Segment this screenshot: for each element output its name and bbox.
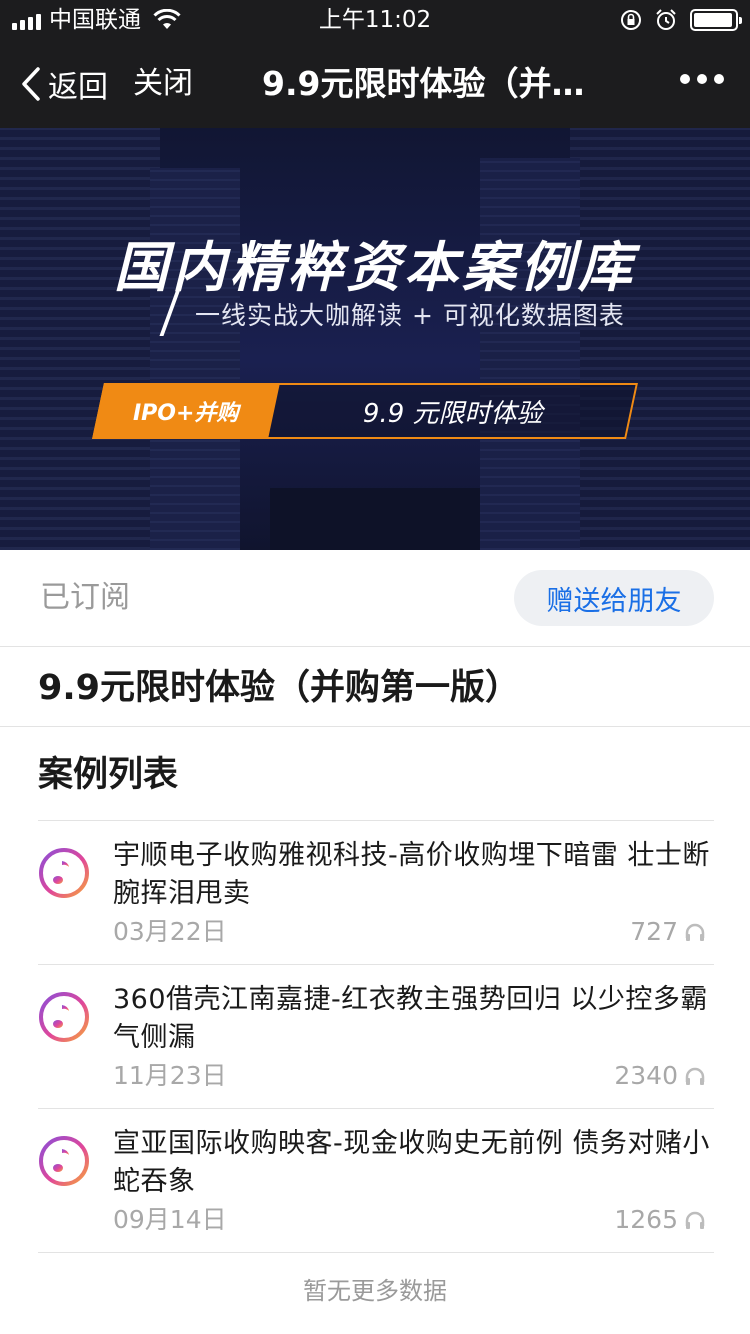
case-list-item[interactable]: 360借壳江南嘉捷-红衣教主强势回归 以少控多霸气侧漏 11月23日 2340 [38, 964, 714, 1108]
ellipsis-icon [714, 74, 724, 84]
play-count: 2340 [614, 1061, 678, 1090]
case-plays: 2340 [614, 1061, 706, 1091]
battery-level [694, 13, 732, 27]
headphone-icon [685, 1211, 705, 1229]
subscribe-row: 已订阅 赠送给朋友 [0, 550, 750, 646]
case-plays: 727 [630, 917, 706, 947]
music-note-icon [39, 1136, 89, 1186]
promo-tag-label: IPO+并购 [133, 401, 239, 426]
case-date: 09月14日 [113, 1205, 227, 1234]
promo-text: 9.9 元限时体验 [270, 385, 635, 437]
close-button[interactable]: 关闭 [133, 62, 193, 106]
case-list-item[interactable]: 宇顺电子收购雅视科技-高价收购埋下暗雷 壮士断腕挥泪甩卖 03月22日 727 [38, 820, 714, 964]
case-list-item[interactable]: 宣亚国际收购映客-现金收购史无前例 债务对赌小蛇吞象 09月14日 1265 [38, 1108, 714, 1252]
alarm-icon [656, 9, 676, 30]
back-button[interactable]: 返回 [20, 62, 108, 106]
case-title: 宇顺电子收购雅视科技-高价收购埋下暗雷 壮士断腕挥泪甩卖 [113, 840, 710, 909]
music-note-icon [39, 992, 89, 1042]
banner-title: 国内精粹资本案例库 [114, 236, 636, 299]
divider [0, 726, 750, 727]
battery-icon [690, 9, 742, 31]
status-right [620, 6, 742, 34]
promo-tag: IPO+并购 [92, 383, 280, 439]
play-count: 1265 [614, 1205, 678, 1234]
status-bar: 中国联通 上午11:02 [0, 0, 750, 40]
page-title: 9.9元限时体验（并… [262, 64, 585, 103]
music-note-icon [39, 848, 89, 898]
case-date: 11月23日 [113, 1061, 227, 1090]
case-title: 宣亚国际收购映客-现金收购史无前例 债务对赌小蛇吞象 [113, 1128, 710, 1197]
chevron-left-icon [22, 67, 40, 101]
building-graphic [0, 128, 160, 550]
ellipsis-icon [697, 74, 707, 84]
subscribed-status: 已订阅 [40, 580, 130, 615]
divider [0, 646, 750, 647]
headphone-icon [685, 923, 705, 941]
building-graphic [270, 488, 480, 550]
headphone-icon [685, 1067, 705, 1085]
case-plays: 1265 [614, 1205, 706, 1235]
more-button[interactable] [680, 74, 724, 84]
case-date: 03月22日 [113, 917, 227, 946]
ellipsis-icon [680, 74, 690, 84]
banner-subtitle: 一线实战大咖解读 + 可视化数据图表 [195, 301, 625, 330]
product-title: 9.9元限时体验（并购第一版） [38, 668, 521, 708]
building-graphic [480, 158, 580, 550]
promo-box: IPO+并购 9.9 元限时体验 [92, 383, 638, 439]
case-list-heading: 案例列表 [38, 755, 179, 795]
case-title: 360借壳江南嘉捷-红衣教主强势回归 以少控多霸气侧漏 [113, 984, 708, 1053]
nav-bar: 返回 关闭 9.9元限时体验（并… [0, 40, 750, 128]
back-label: 返回 [48, 70, 108, 105]
gift-to-friend-button[interactable]: 赠送给朋友 [514, 570, 714, 626]
rotation-lock-icon [621, 10, 641, 30]
divider [38, 1252, 714, 1253]
hero-banner: 国内精粹资本案例库 一线实战大咖解读 + 可视化数据图表 IPO+并购 9.9 … [0, 128, 750, 550]
play-count: 727 [630, 917, 678, 946]
case-list: 宇顺电子收购雅视科技-高价收购埋下暗雷 壮士断腕挥泪甩卖 03月22日 727 360… [38, 820, 714, 1253]
building-graphic [570, 128, 750, 550]
no-more-data: 暂无更多数据 [303, 1277, 447, 1305]
promo-text-label: 9.9 元限时体验 [363, 398, 543, 429]
